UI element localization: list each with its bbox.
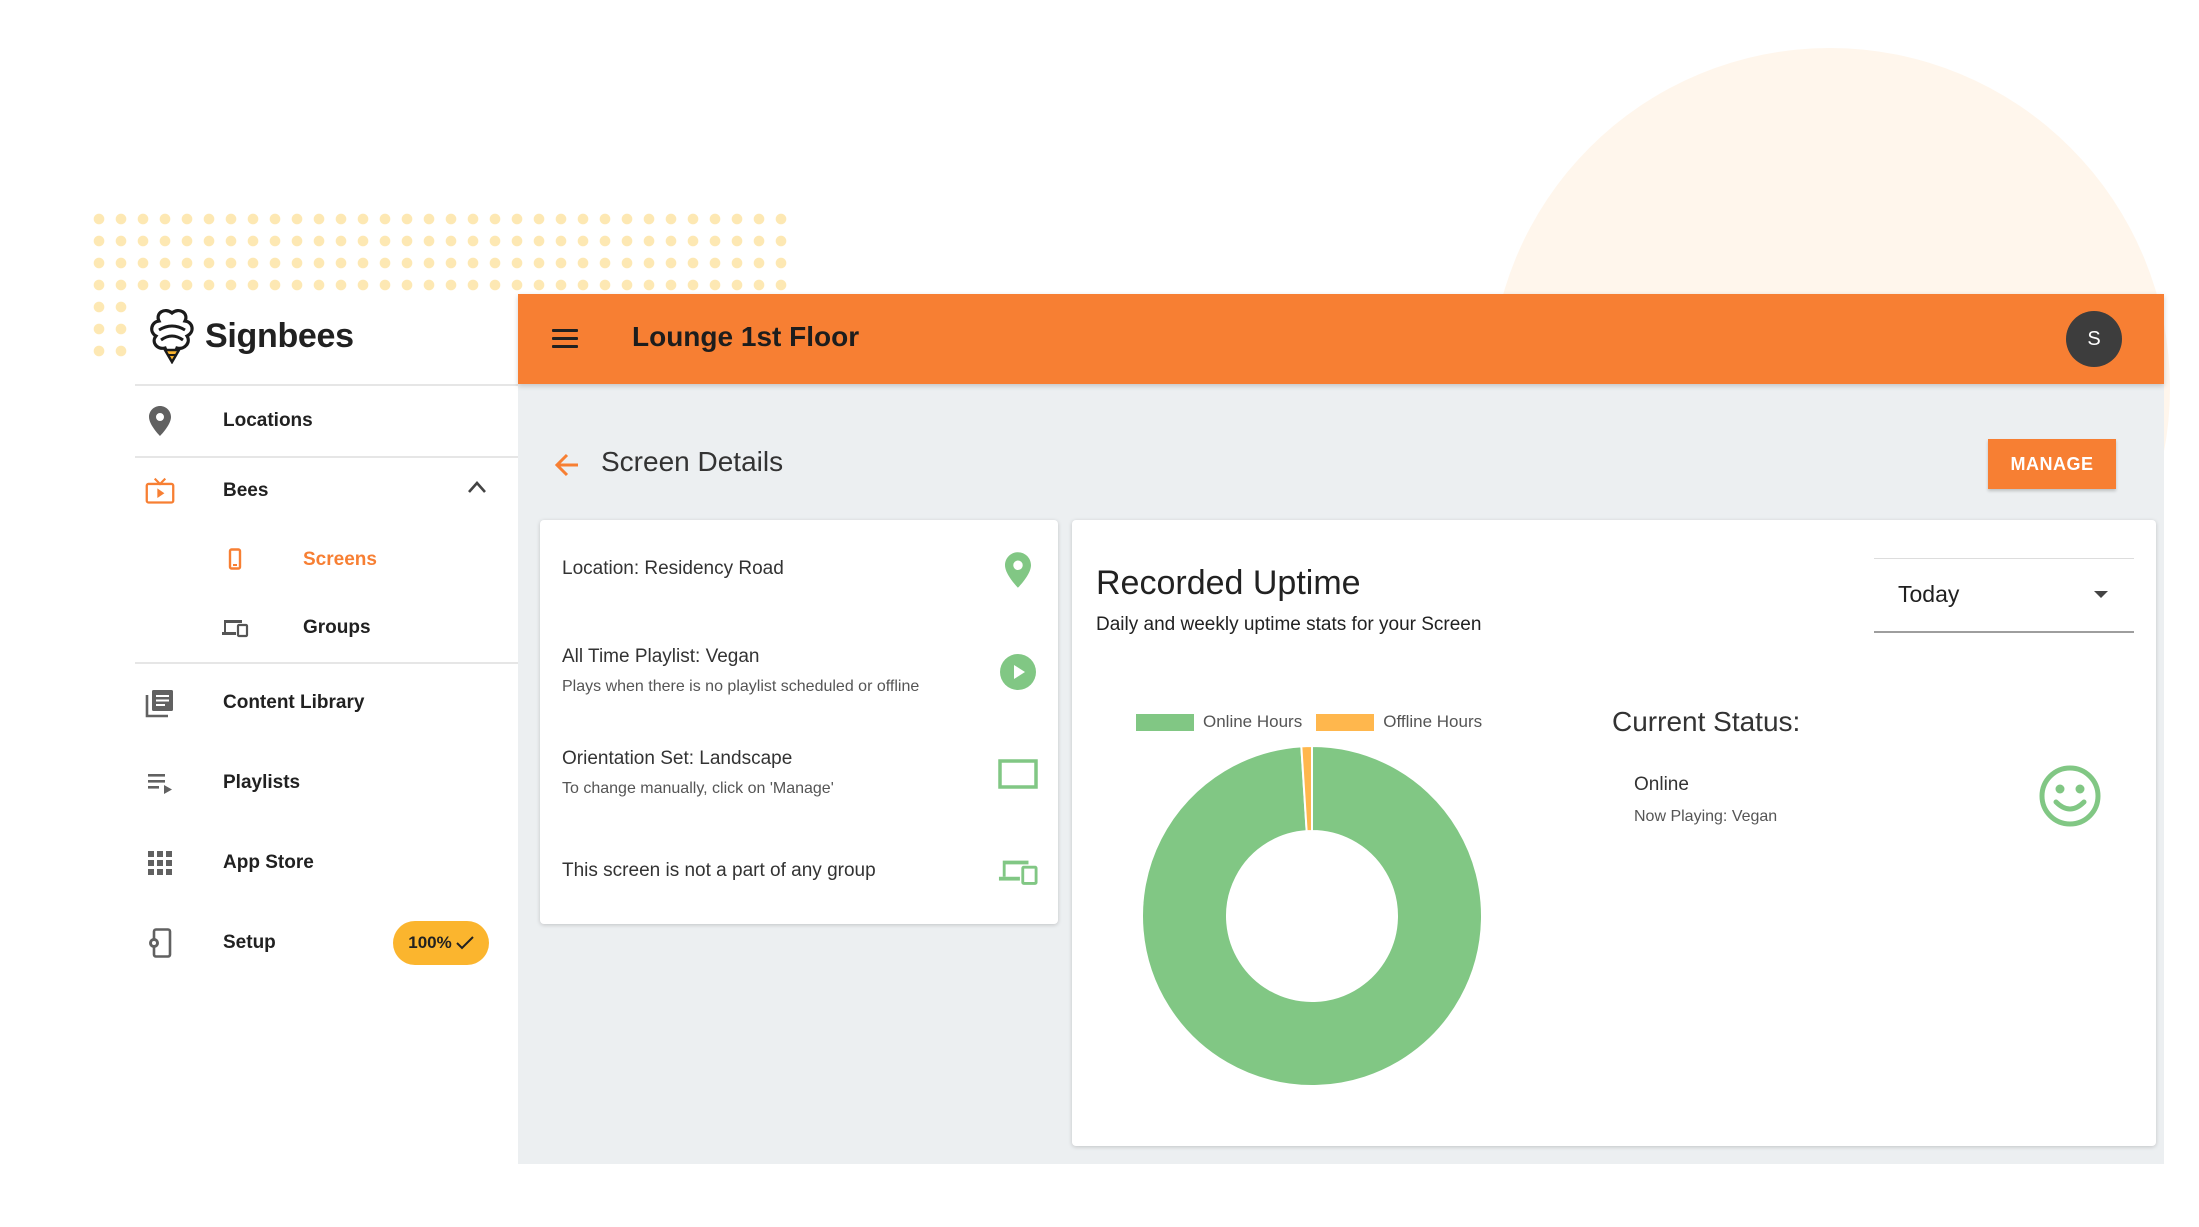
app-main: Lounge 1st Floor S Screen Details MANAGE… bbox=[518, 294, 2164, 1164]
sidebar-item-groups[interactable]: Groups bbox=[135, 594, 518, 662]
info-row-orientation: Orientation Set: Landscape To change man… bbox=[540, 722, 1058, 822]
devices-icon bbox=[998, 852, 1038, 892]
location-pin-icon bbox=[145, 406, 175, 436]
sidebar-item-screens[interactable]: Screens bbox=[135, 526, 518, 594]
group-text: This screen is not a part of any group bbox=[562, 860, 876, 881]
sidebar-item-playlists[interactable]: Playlists bbox=[135, 748, 518, 818]
status-value: Online bbox=[1634, 774, 1689, 795]
sidebar-item-locations[interactable]: Locations bbox=[135, 386, 518, 456]
legend-label: Online Hours bbox=[1203, 712, 1303, 731]
playlist-icon bbox=[145, 768, 175, 798]
setup-progress-badge: 100% bbox=[393, 921, 489, 965]
manage-button[interactable]: MANAGE bbox=[1988, 439, 2116, 489]
sidebar-item-app-store[interactable]: App Store bbox=[135, 828, 518, 898]
back-arrow-icon[interactable] bbox=[550, 448, 584, 482]
uptime-card: Recorded Uptime Daily and weekly uptime … bbox=[1072, 520, 2156, 1146]
brand-name: Signbees bbox=[205, 316, 354, 355]
bee-logo-icon bbox=[150, 308, 194, 364]
info-row-location: Location: Residency Road bbox=[540, 520, 1058, 620]
sidebar-item-label: Bees bbox=[223, 480, 269, 501]
info-row-playlist: All Time Playlist: Vegan Plays when ther… bbox=[540, 620, 1058, 720]
legend-label: Offline Hours bbox=[1383, 712, 1483, 731]
sidebar-item-label: Locations bbox=[223, 410, 313, 431]
uptime-title: Recorded Uptime bbox=[1096, 564, 1361, 602]
range-select[interactable]: Today bbox=[1874, 558, 2134, 633]
location-text: Location: Residency Road bbox=[562, 558, 784, 579]
uptime-donut-chart bbox=[1142, 746, 1482, 1086]
sidebar-item-label: App Store bbox=[223, 852, 314, 873]
sidebar-item-content-library[interactable]: Content Library bbox=[135, 668, 518, 738]
legend-swatch bbox=[1136, 713, 1194, 731]
page-title: Screen Details bbox=[601, 446, 784, 477]
tv-play-icon bbox=[145, 476, 175, 506]
sidebar-item-label: Screens bbox=[303, 549, 377, 570]
divider bbox=[135, 662, 518, 664]
legend-item-online[interactable]: Online Hours bbox=[1136, 712, 1302, 732]
brand-logo[interactable]: Signbees bbox=[147, 308, 354, 364]
chart-legend: Online Hours Offline Hours bbox=[1136, 712, 1496, 732]
legend-item-offline[interactable]: Offline Hours bbox=[1316, 712, 1482, 732]
range-value: Today bbox=[1898, 581, 1960, 607]
now-playing-text: Now Playing: Vegan bbox=[1634, 808, 1778, 825]
sidebar-item-bees[interactable]: Bees bbox=[135, 456, 518, 526]
sidebar-item-label: Setup bbox=[223, 932, 276, 953]
chevron-up-icon[interactable] bbox=[467, 480, 487, 499]
sidebar-item-label: Groups bbox=[303, 617, 371, 638]
play-circle-icon[interactable] bbox=[998, 652, 1038, 692]
uptime-subtitle: Daily and weekly uptime stats for your S… bbox=[1096, 614, 1482, 635]
sidebar-item-label: Content Library bbox=[223, 692, 365, 713]
sidebar-item-setup[interactable]: Setup 100% bbox=[135, 908, 518, 978]
landscape-icon bbox=[998, 754, 1038, 794]
phone-icon bbox=[221, 546, 249, 574]
sidebar: Signbees Locations Bees Screens Groups C… bbox=[135, 294, 518, 1162]
caret-down-icon bbox=[2094, 591, 2108, 598]
playlist-text: All Time Playlist: Vegan bbox=[562, 646, 760, 667]
library-icon bbox=[145, 688, 175, 718]
legend-swatch bbox=[1316, 713, 1375, 731]
orientation-subtext: To change manually, click on 'Manage' bbox=[562, 780, 834, 797]
app-bar: Lounge 1st Floor S bbox=[518, 294, 2164, 384]
orientation-text: Orientation Set: Landscape bbox=[562, 748, 793, 769]
apps-grid-icon bbox=[145, 848, 175, 878]
smiley-icon bbox=[2039, 765, 2101, 827]
sidebar-item-label: Playlists bbox=[223, 772, 301, 793]
info-row-group: This screen is not a part of any group bbox=[540, 824, 1058, 924]
devices-icon bbox=[221, 614, 249, 642]
app-title: Lounge 1st Floor bbox=[632, 321, 860, 352]
status-title: Current Status: bbox=[1612, 706, 1801, 737]
screen-info-card: Location: Residency Road All Time Playli… bbox=[540, 520, 1058, 924]
menu-icon[interactable] bbox=[552, 324, 582, 354]
check-icon bbox=[456, 936, 474, 950]
badge-label: 100% bbox=[408, 933, 452, 952]
avatar[interactable]: S bbox=[2066, 311, 2122, 367]
playlist-subtext: Plays when there is no playlist schedule… bbox=[562, 678, 920, 695]
setup-phone-icon bbox=[145, 928, 175, 958]
location-pin-icon[interactable] bbox=[998, 550, 1038, 590]
